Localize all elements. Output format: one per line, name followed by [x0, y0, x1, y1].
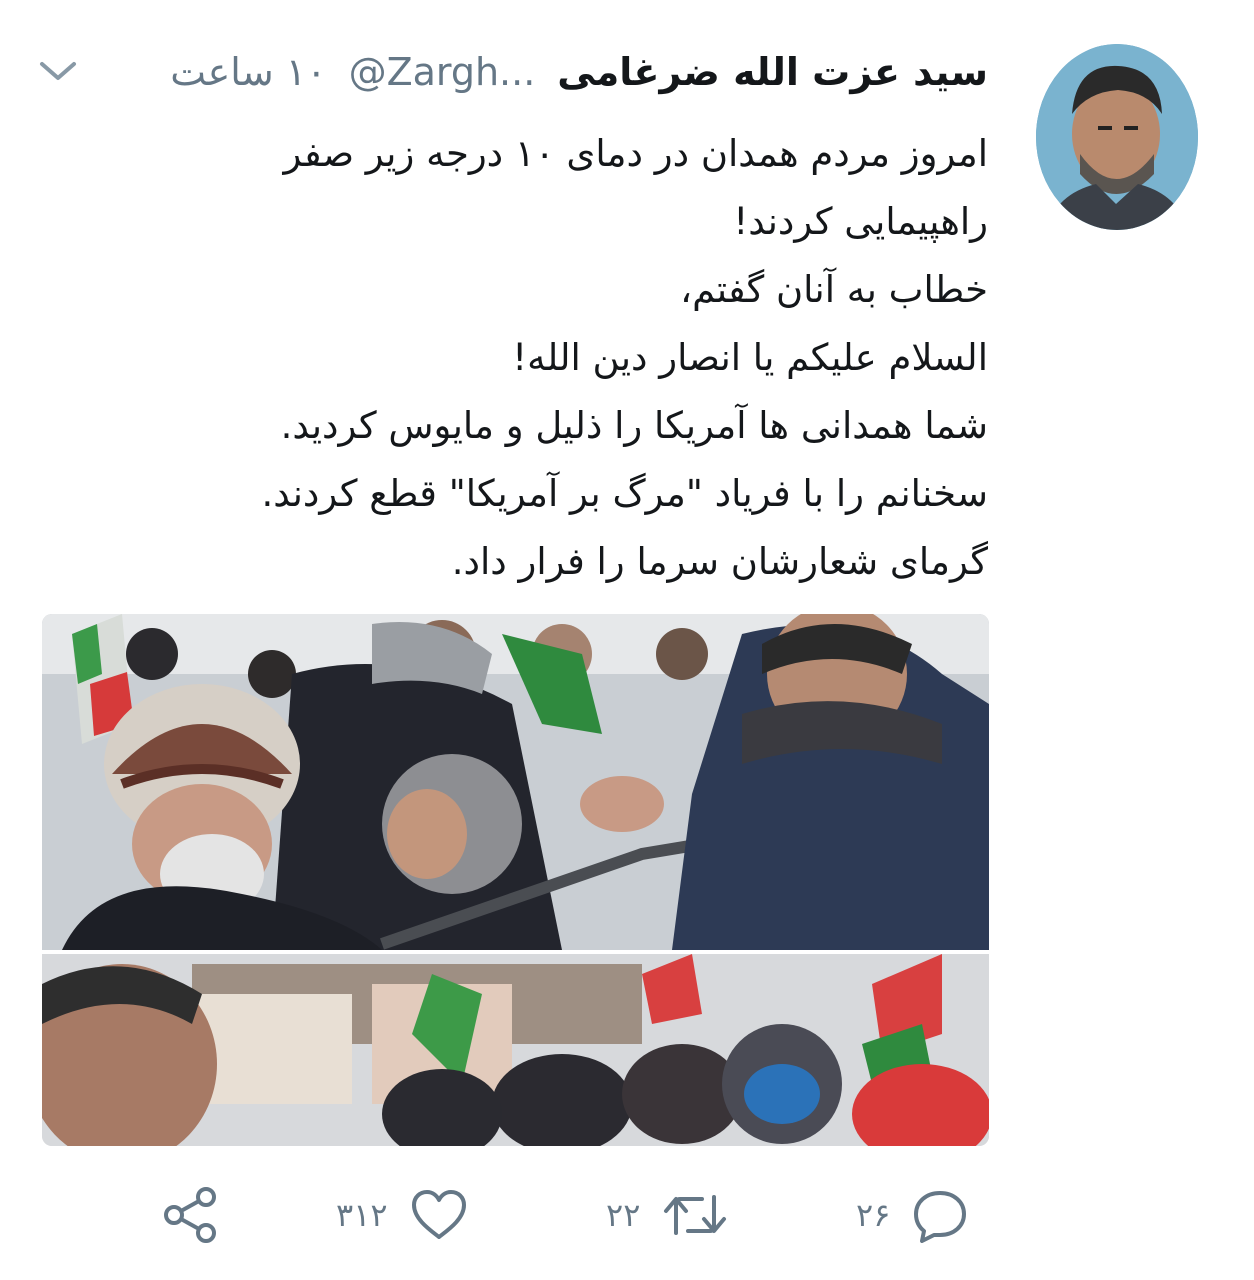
retweet-icon[interactable] — [662, 1187, 728, 1243]
reply-count: ۲۶ — [856, 1196, 891, 1234]
like-icon[interactable] — [410, 1187, 468, 1243]
retweet-count: ۲۲ — [606, 1196, 641, 1234]
tweet-line: خطاب به آنان گفتم، — [680, 268, 988, 311]
tweet-text: امروز مردم همدان در دمای ۱۰ درجه زیر صفر… — [118, 120, 988, 596]
share-icon[interactable] — [160, 1185, 220, 1245]
tweet-line: شما همدانی ها آمریکا را ذلیل و مایوس کرد… — [280, 404, 988, 447]
like-count: ۳۱۲ — [336, 1196, 388, 1234]
tweet-line: گرمای شعارشان سرما را فرار داد. — [451, 540, 988, 583]
tweet-media[interactable] — [42, 614, 989, 1146]
media-photo-bottom — [42, 954, 989, 1146]
timestamp[interactable]: ۱۰ ساعت — [170, 50, 326, 94]
tweet-actions: ۲۶ ۲۲ ۳۱۲ — [0, 1180, 1254, 1250]
media-photo-top — [42, 614, 989, 950]
reply-action[interactable]: ۲۶ — [856, 1180, 968, 1250]
like-action[interactable]: ۳۱۲ — [336, 1180, 468, 1250]
tweet-header: سید عزت الله ضرغامی @Zargh... ۱۰ ساعت — [128, 50, 988, 110]
share-action[interactable] — [160, 1180, 220, 1250]
tweet-line: سخنانم را با فریاد "مرگ بر آمریکا" قطع ک… — [261, 472, 988, 515]
tweet-line: السلام علیکم یا انصار دین الله! — [512, 336, 988, 379]
retweet-action[interactable]: ۲۲ — [606, 1180, 728, 1250]
chevron-down-icon[interactable] — [38, 56, 78, 86]
tweet-line: راهپیمایی کردند! — [733, 200, 988, 243]
reply-icon[interactable] — [912, 1187, 968, 1243]
author-handle[interactable]: @Zargh... — [349, 50, 536, 94]
avatar[interactable] — [1036, 44, 1198, 230]
tweet-line: امروز مردم همدان در دمای ۱۰ درجه زیر صفر — [283, 132, 988, 175]
author-name[interactable]: سید عزت الله ضرغامی — [557, 50, 988, 94]
